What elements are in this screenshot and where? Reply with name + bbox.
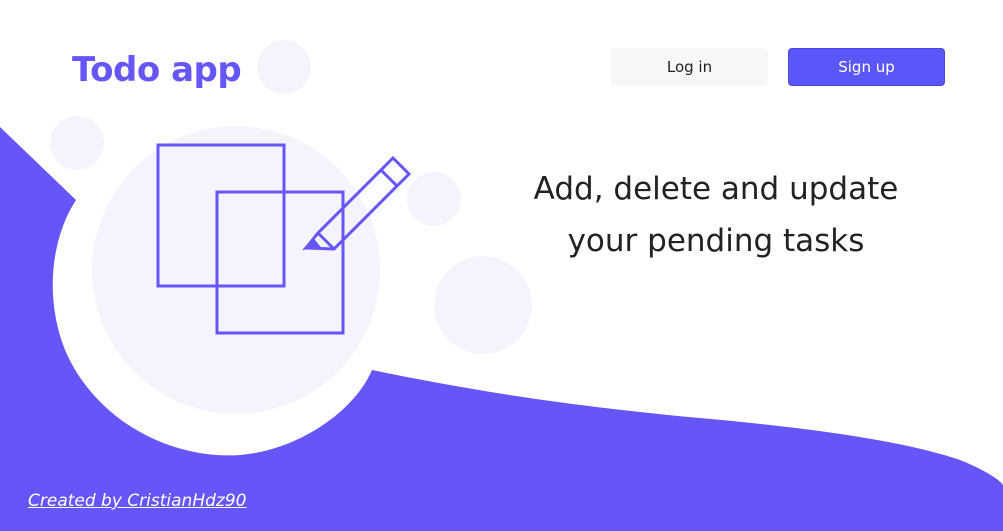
bubble [50, 116, 104, 170]
hero-line-1: Add, delete and update [533, 171, 899, 207]
login-button[interactable]: Log in [611, 48, 768, 86]
author-credit-link[interactable]: Created by CristianHdz90 [28, 491, 246, 511]
bubble [407, 172, 461, 226]
hero-line-2: your pending tasks [567, 223, 865, 259]
bubble [257, 40, 311, 94]
app-title: Todo app [72, 50, 242, 90]
pencil-cap-line [379, 168, 399, 188]
hero-headline: Add, delete and update your pending task… [500, 163, 932, 267]
bubble [434, 256, 532, 354]
signup-button[interactable]: Sign up [788, 48, 945, 86]
bubble [92, 126, 380, 414]
